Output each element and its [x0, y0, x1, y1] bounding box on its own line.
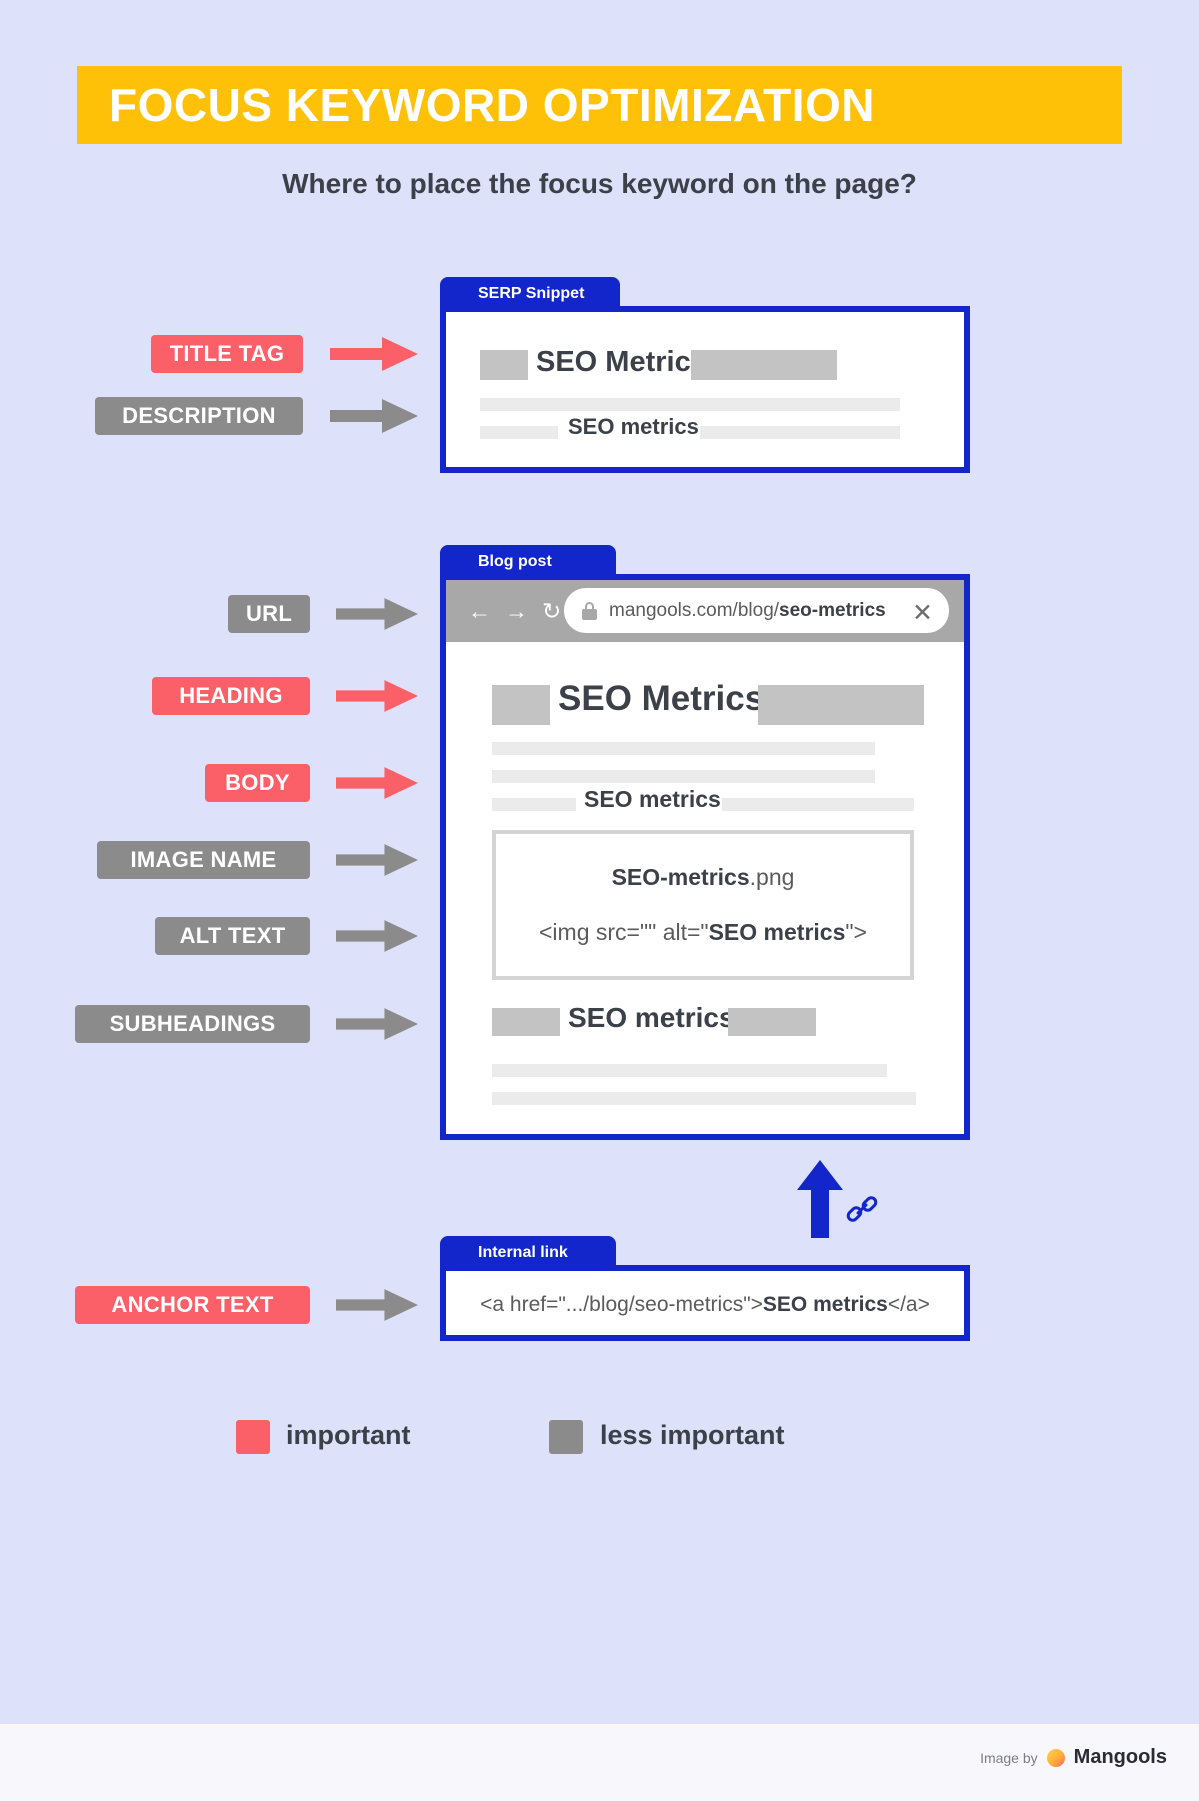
arrow-up-icon [797, 1160, 843, 1238]
internal-link-card-tab-label: Internal link [478, 1244, 568, 1261]
internal-link-card: <a href=".../blog/seo-metrics">SEO metri… [440, 1265, 970, 1341]
footer-attribution: Image by Mangools [980, 1746, 1167, 1769]
label-alt-text-text: ALT TEXT [179, 923, 286, 948]
internal-link-code-keyword: SEO metrics [762, 1293, 888, 1316]
footer-image-by: Image by [980, 1749, 1038, 1766]
label-heading-text: HEADING [179, 683, 283, 708]
serp-description-placeholder-right [700, 426, 900, 439]
internal-link-code-suffix: </a> [887, 1293, 930, 1316]
serp-title-keyword: SEO Metrics [536, 346, 707, 378]
image-file-name-keyword: SEO-metrics [611, 864, 750, 890]
blog-footer-line-1 [492, 1064, 887, 1077]
arrow-description [330, 399, 418, 433]
serp-description-placeholder-left [480, 426, 558, 439]
label-alt-text: ALT TEXT [155, 917, 310, 955]
alt-keyword: SEO metrics [708, 919, 846, 945]
label-image-name-text: IMAGE NAME [130, 847, 277, 872]
blog-footer-line-2 [492, 1092, 916, 1105]
label-description: DESCRIPTION [95, 397, 303, 435]
arrow-right-icon[interactable]: → [505, 598, 528, 625]
blog-body-line-2 [492, 770, 875, 783]
serp-card-tab-label: SERP Snippet [478, 285, 585, 302]
page-title: FOCUS KEYWORD OPTIMIZATION [109, 79, 876, 131]
url-address-bar[interactable]: mangools.com/blog/seo-metrics [564, 588, 949, 633]
serp-description-line-1 [480, 398, 900, 411]
serp-description-keyword: SEO metrics [568, 414, 699, 439]
legend-swatch-less-important [549, 1420, 583, 1454]
arrow-anchor-text [336, 1289, 418, 1321]
blog-body-placeholder-right [722, 798, 914, 811]
blog-heading-keyword: SEO Metrics [558, 679, 765, 718]
arrow-heading [336, 680, 418, 712]
image-file-extension: .png [749, 864, 795, 890]
image-box: SEO-metrics.png <img src="" alt="SEO met… [492, 830, 914, 980]
arrow-url [336, 598, 418, 630]
blog-card-tab-label: Blog post [478, 553, 552, 570]
infographic-canvas: FOCUS KEYWORD OPTIMIZATION Where to plac… [0, 0, 1199, 1724]
url-prefix: mangools.com/blog/ [609, 599, 780, 621]
label-image-name: IMAGE NAME [97, 841, 310, 879]
alt-suffix: "> [845, 919, 867, 945]
footer: Image by Mangools [0, 1724, 1199, 1801]
blog-body-placeholder-left [492, 798, 576, 811]
blog-body-keyword: SEO metrics [584, 786, 721, 812]
label-title-tag-text: TITLE TAG [169, 341, 285, 366]
mangools-logo-icon [1046, 1748, 1065, 1767]
label-body-text: BODY [225, 770, 290, 795]
page-subtitle: Where to place the focus keyword on the … [282, 168, 917, 199]
label-body: BODY [205, 764, 310, 802]
serp-snippet-card: SEO Metrics SEO metrics [440, 306, 970, 473]
blog-heading-placeholder-right [758, 685, 924, 725]
legend-label-less-important: less important [600, 1420, 785, 1450]
arrow-left-icon[interactable]: ← [468, 598, 491, 625]
internal-link-code-prefix: <a href=".../blog/seo-metrics"> [480, 1293, 763, 1316]
blog-heading-placeholder-left [492, 685, 550, 725]
reload-icon[interactable]: ↻ [542, 598, 561, 625]
legend-swatch-important [236, 1420, 270, 1454]
internal-link-code: <a href=".../blog/seo-metrics">SEO metri… [446, 1293, 964, 1317]
label-title-tag: TITLE TAG [151, 335, 303, 373]
label-heading: HEADING [152, 677, 310, 715]
browser-nav-icons: ← → ↻ [468, 598, 561, 625]
lock-icon [582, 601, 597, 620]
blog-subheading-placeholder-right [728, 1008, 816, 1036]
label-url-text: URL [245, 601, 293, 626]
image-alt-code: <img src="" alt="SEO metrics"> [539, 919, 867, 946]
label-subheadings: SUBHEADINGS [75, 1005, 310, 1043]
label-anchor-text-text: ANCHOR TEXT [111, 1292, 274, 1317]
label-anchor-text: ANCHOR TEXT [75, 1286, 310, 1324]
alt-prefix: <img src="" alt=" [539, 919, 709, 945]
close-icon[interactable]: ✕ [912, 598, 933, 628]
footer-brand-name: Mangools [1073, 1746, 1167, 1768]
arrow-body [336, 767, 418, 799]
label-description-text: DESCRIPTION [122, 403, 276, 428]
url-keyword: seo-metrics [779, 599, 886, 621]
blog-post-card: ← → ↻ mangools.com/blog/seo-metrics ✕ SE… [440, 574, 970, 1140]
link-chain-icon [846, 1196, 878, 1222]
blog-subheading-placeholder-left [492, 1008, 560, 1036]
blog-subheading-keyword: SEO metrics [568, 1002, 735, 1033]
arrow-alt-text [336, 920, 418, 952]
legend-label-important: important [286, 1420, 411, 1450]
serp-title-placeholder-right [691, 350, 837, 380]
url-text: mangools.com/blog/seo-metrics [609, 600, 886, 622]
serp-title-placeholder-left [480, 350, 528, 380]
label-url: URL [228, 595, 310, 633]
image-file-name: SEO-metrics.png [612, 864, 795, 891]
arrow-title-tag [330, 337, 418, 371]
title-banner: FOCUS KEYWORD OPTIMIZATION [77, 66, 1122, 144]
label-subheadings-text: SUBHEADINGS [109, 1011, 276, 1036]
arrow-image-name [336, 844, 418, 876]
arrow-subheadings [336, 1008, 418, 1040]
blog-body-line-1 [492, 742, 875, 755]
